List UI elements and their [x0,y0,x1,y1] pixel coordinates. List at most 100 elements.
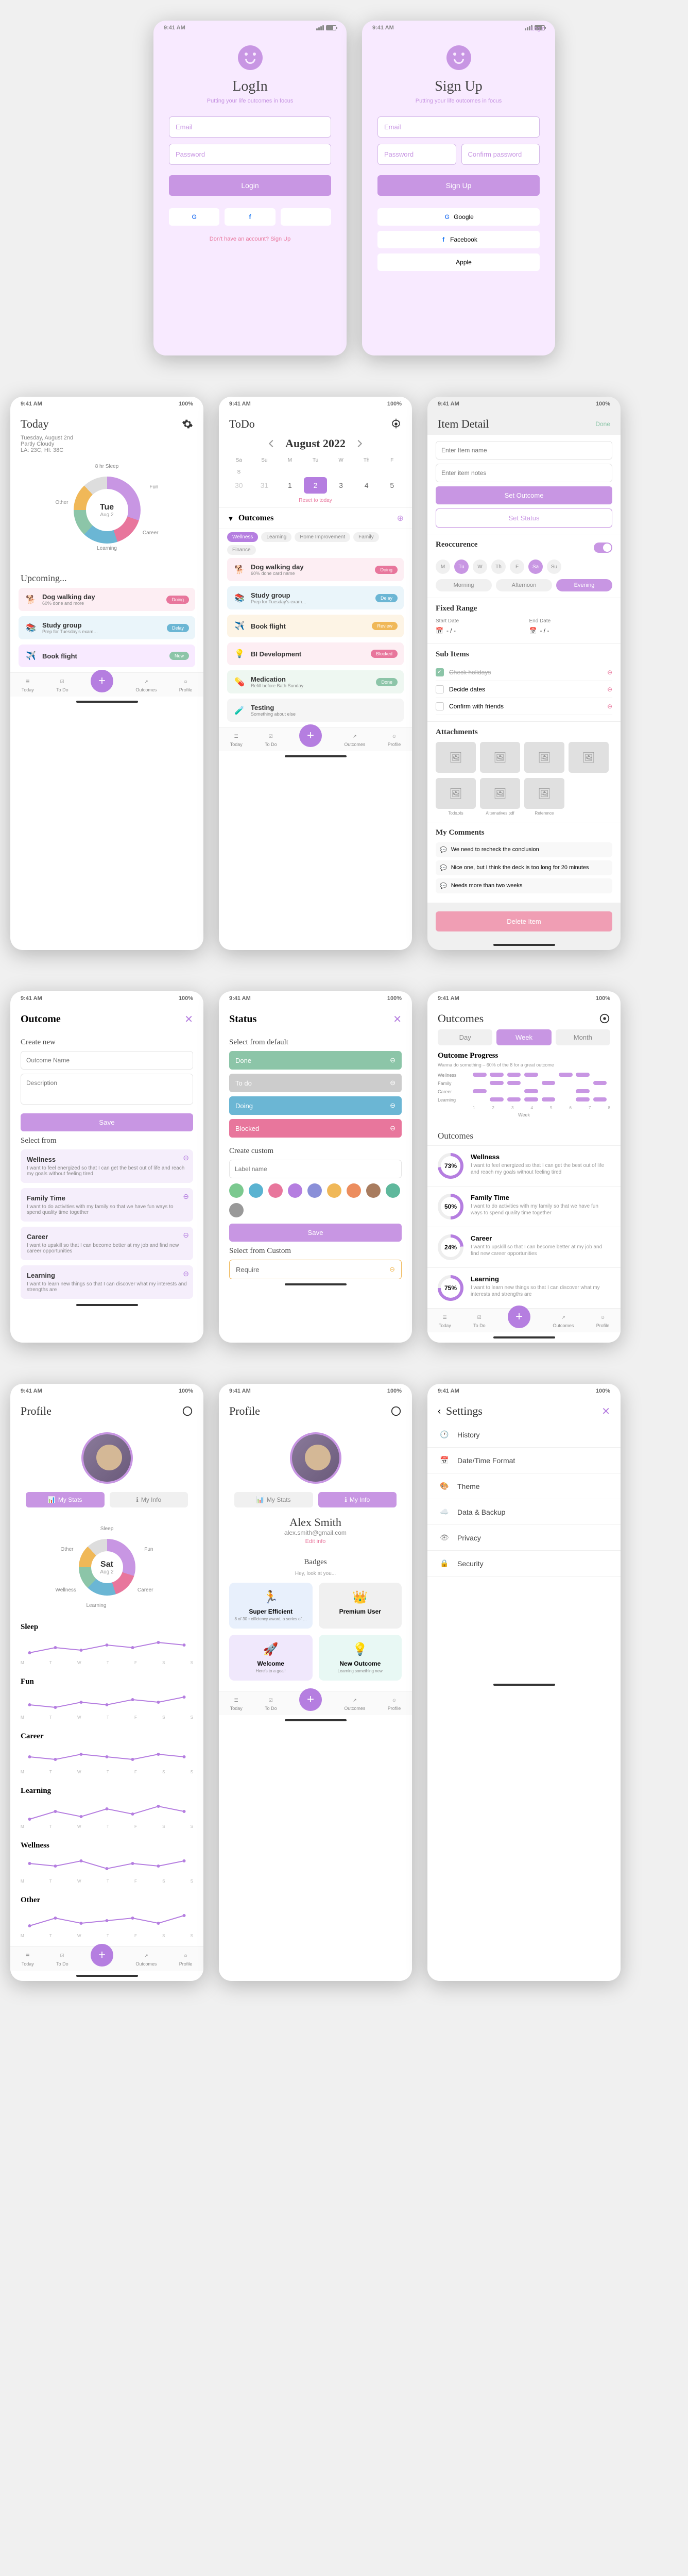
save-button[interactable]: Save [229,1224,402,1242]
confirm-password-field[interactable] [461,144,540,165]
todo-card[interactable]: 🐕Dog walking day60% done card nameDoing [227,558,404,581]
settings-icon[interactable] [390,1405,402,1417]
todo-card[interactable]: 💊MedicationRefill before Bath SundayDone [227,670,404,693]
segment-button[interactable]: Day [438,1029,492,1045]
remove-option-icon[interactable]: ⊖ [183,1154,189,1162]
attachment-thumb[interactable]: 🖼 [524,742,564,773]
nav-today[interactable]: ☰Today [22,1951,34,1967]
filter-icon[interactable]: ▼ [227,514,234,522]
filter-chip[interactable]: Finance [227,545,256,555]
remove-subitem-icon[interactable]: ⊖ [607,686,612,693]
color-swatch[interactable] [249,1183,263,1198]
subitem-checkbox[interactable] [436,702,444,710]
calendar-day[interactable]: 1 [278,477,302,494]
outcome-item[interactable]: 24%CareerI want to upskill so that I can… [427,1227,621,1267]
color-swatch[interactable] [386,1183,400,1198]
login-button[interactable]: Login [169,175,331,196]
nav-add-button[interactable]: + [508,1306,530,1328]
start-date-picker[interactable]: 📅- / - [436,624,519,637]
remove-subitem-icon[interactable]: ⊖ [607,703,612,710]
delete-item-button[interactable]: Delete Item [436,911,612,931]
status-option[interactable]: Doing⊖ [229,1096,402,1115]
item-notes-input[interactable] [436,464,612,482]
nav-todo[interactable]: ☑To Do [56,677,68,692]
prev-month-button[interactable] [269,440,276,447]
attachment-thumb[interactable]: 🖼 [436,778,476,809]
day-toggle[interactable]: Th [491,560,506,574]
remove-option-icon[interactable]: ⊖ [183,1269,189,1278]
tab-my-stats[interactable]: 📊 My Stats [26,1492,105,1507]
reset-today-link[interactable]: Reset to today [219,494,412,507]
color-swatch[interactable] [229,1183,244,1198]
save-button[interactable]: Save [21,1113,193,1131]
nav-profile[interactable]: ☺Profile [388,732,401,747]
attachment-thumb[interactable]: 🖼 [524,778,564,809]
settings-item[interactable]: 🔒Security [427,1551,621,1577]
settings-item[interactable]: 📅Date/Time Format [427,1448,621,1473]
subitem-checkbox[interactable] [436,668,444,676]
settings-item[interactable]: 🎨Theme [427,1473,621,1499]
password-field[interactable] [169,144,331,165]
segment-button[interactable]: Week [496,1029,551,1045]
nav-add-button[interactable]: + [91,670,113,692]
upcoming-card[interactable]: 🐕Dog walking day60% done and moreDoing [19,588,195,611]
remove-option-icon[interactable]: ⊖ [183,1192,189,1201]
time-of-day-toggle[interactable]: Morning [436,579,492,591]
upcoming-card[interactable]: 📚Study groupPrep for Tuesday's exam…Dela… [19,616,195,639]
email-field[interactable] [377,116,540,138]
remove-status-icon[interactable]: ⊖ [390,1101,395,1110]
day-toggle[interactable]: F [510,560,524,574]
subitem-checkbox[interactable] [436,685,444,693]
done-button[interactable]: Done [595,420,610,428]
day-toggle[interactable]: W [473,560,487,574]
calendar-day[interactable]: 3 [329,477,353,494]
attachment-thumb[interactable]: 🖼 [569,742,609,773]
outcome-option[interactable]: Family TimeI want to do activities with … [21,1188,193,1222]
google-signup-button[interactable]: GGoogle [377,208,540,226]
signup-button[interactable]: Sign Up [377,175,540,196]
nav-todo[interactable]: ☑To Do [56,1951,68,1967]
color-swatch[interactable] [307,1183,322,1198]
nav-profile[interactable]: ☺Profile [596,1313,610,1328]
calendar-day[interactable]: 4 [355,477,379,494]
status-option[interactable]: Blocked⊖ [229,1119,402,1138]
settings-icon[interactable] [182,1405,193,1417]
facebook-login-button[interactable]: f [225,208,275,226]
outcome-option[interactable]: CareerI want to upskill so that I can be… [21,1227,193,1260]
nav-today[interactable]: ☰Today [22,677,34,692]
settings-icon[interactable] [599,1013,610,1024]
remove-option-icon[interactable]: ⊖ [183,1231,189,1240]
todo-card[interactable]: 🧪TestingSomething about else [227,699,404,722]
color-swatch[interactable] [366,1183,381,1198]
outcome-option[interactable]: LearningI want to learn new things so th… [21,1265,193,1299]
outcome-desc-input[interactable] [21,1074,193,1105]
set-status-button[interactable]: Set Status [436,509,612,528]
filter-chip[interactable]: Family [353,532,379,542]
outcome-item[interactable]: 73%WellnessI want to feel energized so t… [427,1145,621,1186]
login-link[interactable]: Login [531,26,545,32]
segment-button[interactable]: Month [556,1029,610,1045]
badge-card[interactable]: 🚀WelcomeHere's to a goal! [229,1635,313,1681]
nav-add-button[interactable]: + [299,724,322,747]
settings-item[interactable]: 👁Privacy [427,1525,621,1551]
status-option[interactable]: Done⊖ [229,1051,402,1070]
nav-outcomes[interactable]: ↗Outcomes [135,677,157,692]
color-swatch[interactable] [288,1183,302,1198]
label-name-input[interactable] [229,1160,402,1178]
day-toggle[interactable]: Tu [454,560,469,574]
apple-login-button[interactable] [281,208,331,226]
outcome-option[interactable]: WellnessI want to feel energized so that… [21,1149,193,1183]
reoccurrence-toggle[interactable] [594,543,612,553]
badge-card[interactable]: 👑Premium User [319,1583,402,1629]
nav-today[interactable]: ☰Today [439,1313,451,1328]
time-of-day-toggle[interactable]: Evening [556,579,612,591]
tab-my-info[interactable]: ℹ My Info [110,1492,188,1507]
filter-chip[interactable]: Learning [261,532,291,542]
settings-icon[interactable] [182,418,193,430]
set-outcome-button[interactable]: Set Outcome [436,486,612,504]
settings-item[interactable]: 🕐History [427,1422,621,1448]
next-month-button[interactable] [355,440,362,447]
signup-link[interactable]: Don't have an account? Sign Up [169,236,331,242]
nav-outcomes[interactable]: ↗Outcomes [135,1951,157,1967]
nav-todo[interactable]: ☑To Do [265,1696,277,1711]
